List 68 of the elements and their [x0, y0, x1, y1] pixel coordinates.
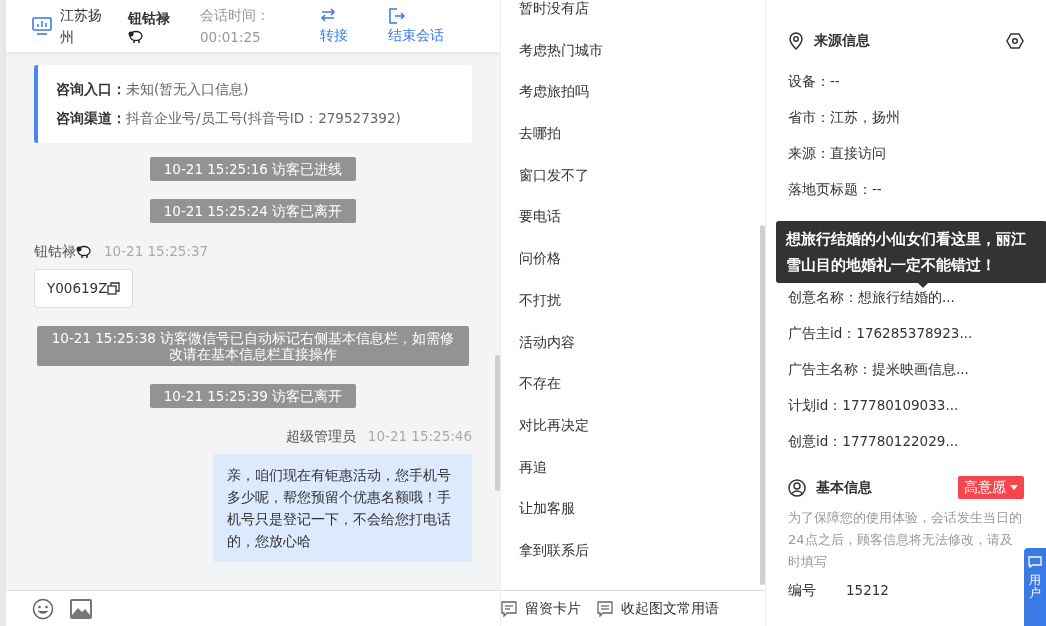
- sheep-icon: [76, 243, 92, 259]
- consult-info-line: 咨询渠道：抖音企业号/员工号(抖音号ID：279527392): [56, 109, 402, 128]
- user-icon: [788, 478, 806, 497]
- system-message: 10-21 15:25:24 访客已离开: [149, 199, 357, 223]
- tooltip-text: 想旅行结婚的小仙女们看这里，丽江雪山目的地婚礼一定不能错过！: [786, 230, 1026, 274]
- chat-icon: [1028, 556, 1042, 568]
- monitor-icon: [32, 17, 52, 35]
- visitor-location: 江苏扬州: [60, 6, 103, 47]
- sender-name: 钮钴禄: [34, 242, 76, 261]
- comment-icon: [501, 600, 517, 617]
- message-bubble: 亲，咱们现在有钜惠活动，您手机号多少呢，帮您预留个优惠名额哦！手机号只是登记一下，不会给您打电话的，您放心哈: [213, 453, 472, 562]
- notice-text: 为了保障您的使用体验，会话发生当日的24点之后，顾客信息将无法修改，请及时填写: [788, 509, 1023, 571]
- lead-card-button[interactable]: 留资卡片: [501, 598, 581, 619]
- phrase-item[interactable]: 再追: [501, 445, 753, 488]
- system-message: 10-21 15:25:16 访客已进线: [149, 157, 357, 181]
- consult-info-line: 咨询入口：未知(暂无入口信息): [56, 80, 250, 99]
- phrase-item[interactable]: 要电话: [501, 195, 753, 238]
- phrase-item[interactable]: 不打扰: [501, 278, 753, 321]
- section-title: 来源信息: [814, 31, 870, 50]
- message-time: 10-21 15:25:46: [367, 426, 472, 446]
- intent-dropdown[interactable]: 高意愿: [958, 476, 1024, 499]
- info-field: 广告主id：176285378923...: [788, 322, 1024, 344]
- system-message: 10-21 15:25:38 访客微信号已自动标记右侧基本信息栏，如需修改请在基本信息栏直接操作: [37, 325, 469, 366]
- collapse-phrases-button[interactable]: 收起图文常用语: [597, 598, 719, 619]
- session-time-label: 会话时间：: [200, 6, 271, 25]
- swap-icon: [320, 6, 337, 24]
- phrase-item[interactable]: 去哪拍: [501, 112, 753, 154]
- info-field: 省市：江苏，扬州: [788, 106, 1024, 128]
- settings-icon[interactable]: [1006, 32, 1024, 49]
- end-session-button[interactable]: 结束会话: [388, 6, 444, 46]
- copy-icon[interactable]: [107, 281, 121, 295]
- phrase-item[interactable]: 不存在: [501, 362, 753, 404]
- info-field: 创意id：177780122029...: [788, 430, 1024, 452]
- field-value: 15212: [846, 581, 889, 600]
- message-time: 10-21 15:25:37: [104, 242, 209, 261]
- phrase-item[interactable]: 问价格: [501, 237, 753, 279]
- phrase-item[interactable]: 考虑热门城市: [501, 28, 753, 71]
- transfer-button[interactable]: 转接: [320, 6, 348, 46]
- emoji-icon[interactable]: [32, 597, 54, 620]
- phrase-item[interactable]: 暂时没有店: [501, 0, 753, 29]
- system-message: 10-21 15:25:39 访客已离开: [149, 383, 357, 408]
- image-icon[interactable]: [70, 598, 92, 619]
- phrase-item[interactable]: 拿到联系后: [501, 528, 753, 571]
- phrase-item[interactable]: 窗口发不了: [501, 153, 753, 196]
- info-field: 创意名称：想旅行结婚的...: [788, 286, 1024, 308]
- exit-icon: [388, 6, 405, 24]
- visitor-name: 钮钴禄: [128, 9, 171, 28]
- comment-icon: [597, 600, 613, 617]
- session-time: 00:01:25: [200, 28, 262, 47]
- scrollbar-thumb[interactable]: [760, 225, 765, 585]
- info-field: 广告主名称：提米映画信息...: [788, 358, 1024, 380]
- info-field: 计划id：177780109033...: [788, 394, 1024, 416]
- field-label: 编号: [788, 581, 817, 600]
- location-pin-icon: [788, 31, 804, 50]
- section-title: 基本信息: [816, 478, 872, 497]
- info-field: 来源：直接访问: [788, 142, 1024, 164]
- info-field: 落地页标题：--: [788, 178, 1024, 200]
- caret-icon: [1010, 485, 1018, 490]
- message-text: Y00619Z: [47, 279, 108, 299]
- scrollbar-thumb[interactable]: [495, 355, 500, 491]
- phrase-item[interactable]: 让加客服: [501, 487, 753, 529]
- phrase-item[interactable]: 活动内容: [501, 320, 753, 363]
- sender-name: 超级管理员: [285, 426, 356, 446]
- phrase-item[interactable]: 考虑旅拍吗: [501, 70, 753, 113]
- sheep-icon: [128, 29, 144, 44]
- phrase-item[interactable]: 对比再决定: [501, 403, 753, 446]
- info-field: 设备：--: [788, 70, 1024, 92]
- feedback-tab[interactable]: 用户: [1024, 548, 1046, 626]
